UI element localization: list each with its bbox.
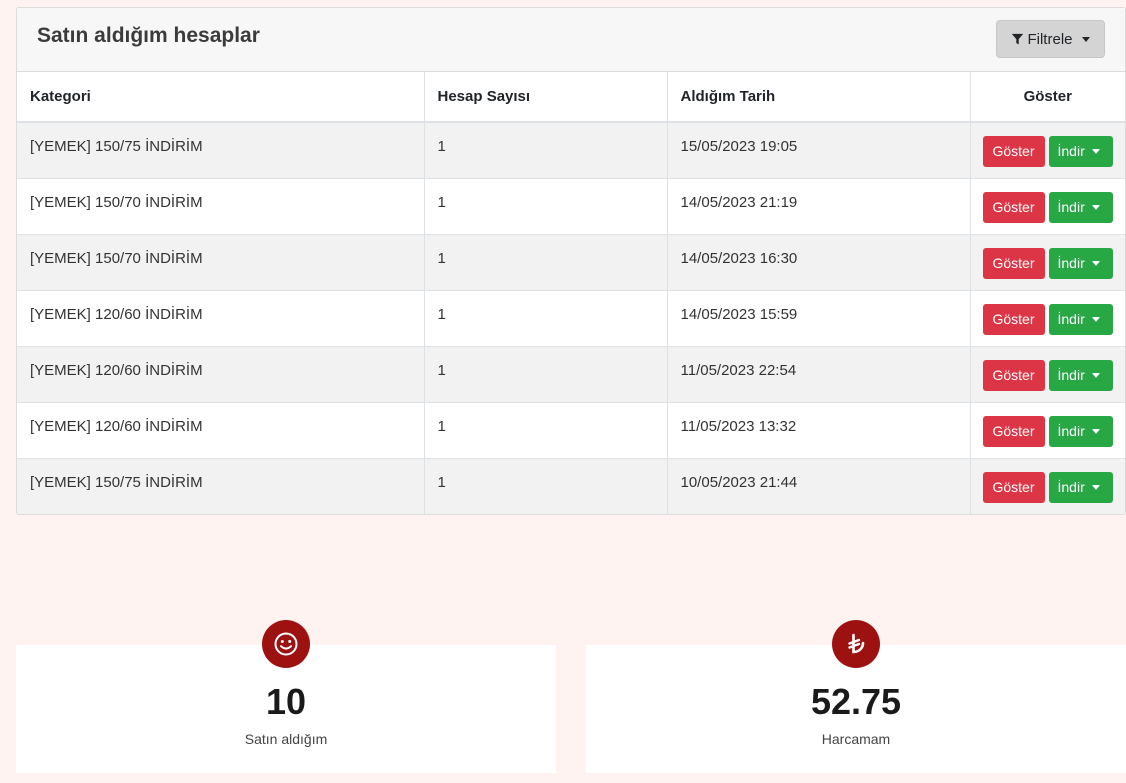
cell-hesap-sayisi: 1	[424, 346, 668, 403]
table-header-row: Kategori Hesap Sayısı Aldığım Tarih Göst…	[17, 72, 1125, 123]
download-label: İndir	[1057, 143, 1085, 159]
filter-dropdown-button[interactable]: Filtrele	[996, 20, 1105, 58]
show-button[interactable]: Göster	[982, 471, 1045, 503]
download-label: İndir	[1057, 366, 1085, 383]
cell-actions: Göster İndir	[970, 458, 1125, 514]
cell-actions: Göster İndir	[970, 290, 1125, 347]
lira-icon	[832, 620, 880, 668]
cell-hesap-sayisi: 1	[424, 178, 668, 235]
stat-label: Satın aldığım	[244, 731, 328, 747]
stat-value: 10	[265, 681, 307, 722]
chevron-down-icon	[1091, 204, 1100, 210]
table-row: [YEMEK] 120/60 İNDİRİM 1 14/05/2023 15:59 G…	[17, 290, 1125, 347]
download-dropdown-button[interactable]: İndir	[1048, 471, 1113, 503]
table-row: [YEMEK] 120/60 İNDİRİM 1 11/05/2023 13:32 G…	[17, 402, 1125, 459]
table-row: [YEMEK] 150/70 İNDİRİM 1 14/05/2023 16:30 G…	[17, 234, 1125, 291]
show-button[interactable]: Göster	[982, 247, 1045, 279]
table-row: [YEMEK] 120/60 İNDİRİM 1 11/05/2023 22:54 G…	[17, 346, 1125, 403]
show-button[interactable]: Göster	[982, 136, 1045, 167]
cell-hesap-sayisi: 1	[424, 458, 668, 514]
table-row: [YEMEK] 150/75 İNDİRİM 1 10/05/2023 21:44 G…	[17, 458, 1125, 514]
cell-actions: Göster İndir	[970, 234, 1125, 291]
chevron-down-icon	[1091, 428, 1100, 434]
cell-kategori: [YEMEK] 150/70 İNDİRİM	[17, 178, 425, 235]
column-header-tarih: Aldığım Tarih	[667, 72, 971, 123]
cell-tarih: 14/05/2023 15:59	[667, 290, 971, 347]
download-dropdown-button[interactable]: İndir	[1048, 359, 1113, 391]
table-row: [YEMEK] 150/70 İNDİRİM 1 14/05/2023 21:19 G…	[17, 178, 1125, 235]
cell-hesap-sayisi: 1	[424, 122, 668, 179]
panel-title: Satın aldığım hesaplar	[37, 24, 260, 47]
column-header-goster: Göster	[970, 72, 1125, 123]
show-button[interactable]: Göster	[982, 303, 1045, 335]
cell-actions: Göster İndir	[970, 402, 1125, 459]
show-button[interactable]: Göster	[982, 191, 1045, 223]
stat-label: Harcamam	[821, 731, 891, 747]
cell-kategori: [YEMEK] 120/60 İNDİRİM	[17, 346, 425, 403]
show-button[interactable]: Göster	[982, 415, 1045, 447]
purchased-accounts-panel: Satın aldığım hesaplar Filtrele Kategori…	[16, 7, 1126, 515]
download-dropdown-button[interactable]: İndir	[1048, 136, 1113, 167]
accounts-table: Kategori Hesap Sayısı Aldığım Tarih Göst…	[17, 72, 1125, 514]
cell-actions: Göster İndir	[970, 178, 1125, 235]
stat-value: 52.75	[810, 681, 902, 722]
smiley-icon	[262, 620, 310, 668]
download-dropdown-button[interactable]: İndir	[1048, 303, 1113, 335]
download-label: İndir	[1057, 310, 1085, 327]
table-row: [YEMEK] 150/75 İNDİRİM 1 15/05/2023 19:05 G…	[17, 122, 1125, 179]
cell-tarih: 11/05/2023 13:32	[667, 402, 971, 459]
cell-kategori: [YEMEK] 150/75 İNDİRİM	[17, 458, 425, 514]
download-dropdown-button[interactable]: İndir	[1048, 415, 1113, 447]
column-header-hesap-sayisi: Hesap Sayısı	[424, 72, 668, 123]
cell-kategori: [YEMEK] 150/75 İNDİRİM	[17, 122, 425, 179]
chevron-down-icon	[1091, 372, 1100, 378]
cell-tarih: 11/05/2023 22:54	[667, 346, 971, 403]
cell-actions: Göster İndir	[970, 122, 1125, 179]
filter-label: Filtrele	[1027, 30, 1073, 48]
cell-kategori: [YEMEK] 120/60 İNDİRİM	[17, 290, 425, 347]
filter-icon	[1012, 33, 1024, 44]
cell-kategori: [YEMEK] 120/60 İNDİRİM	[17, 402, 425, 459]
chevron-down-icon	[1091, 484, 1100, 490]
chevron-down-icon	[1091, 149, 1100, 154]
cell-kategori: [YEMEK] 150/70 İNDİRİM	[17, 234, 425, 291]
cell-tarih: 10/05/2023 21:44	[667, 458, 971, 514]
cell-tarih: 14/05/2023 21:19	[667, 178, 971, 235]
download-label: İndir	[1057, 254, 1085, 271]
download-dropdown-button[interactable]: İndir	[1048, 247, 1113, 279]
cell-actions: Göster İndir	[970, 346, 1125, 403]
cell-tarih: 14/05/2023 16:30	[667, 234, 971, 291]
cell-tarih: 15/05/2023 19:05	[667, 122, 971, 179]
download-label: İndir	[1057, 422, 1085, 439]
chevron-down-icon	[1091, 260, 1100, 266]
download-dropdown-button[interactable]: İndir	[1048, 191, 1113, 223]
show-button[interactable]: Göster	[982, 359, 1045, 391]
cell-hesap-sayisi: 1	[424, 402, 668, 459]
cell-hesap-sayisi: 1	[424, 290, 668, 347]
chevron-down-icon	[1081, 36, 1090, 42]
panel-header: Satın aldığım hesaplar Filtrele	[17, 8, 1125, 72]
column-header-kategori: Kategori	[17, 72, 425, 123]
cell-hesap-sayisi: 1	[424, 234, 668, 291]
download-label: İndir	[1057, 478, 1085, 495]
chevron-down-icon	[1091, 316, 1100, 322]
download-label: İndir	[1057, 198, 1085, 215]
